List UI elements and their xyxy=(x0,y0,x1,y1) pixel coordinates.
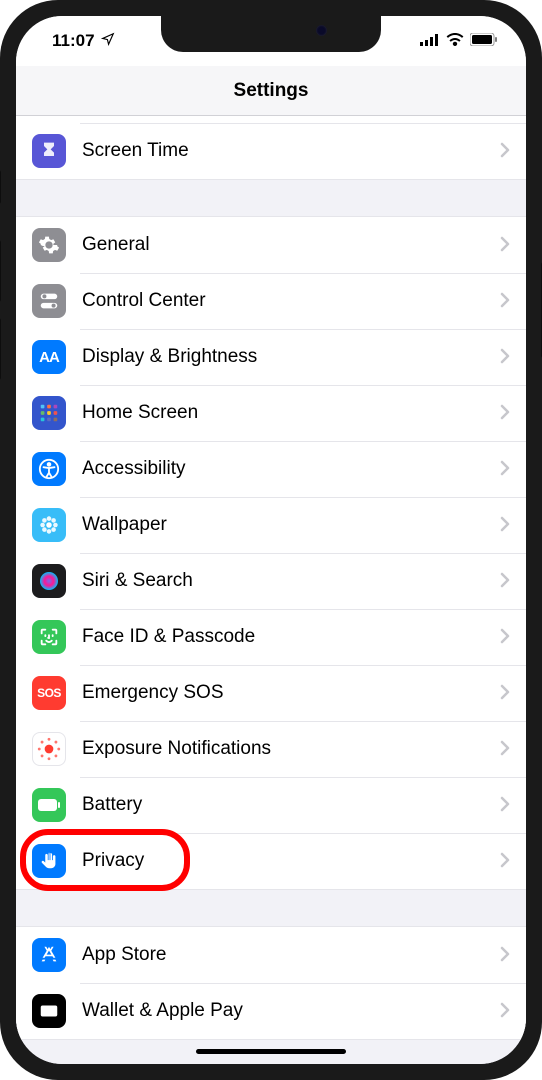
chevron-right-icon xyxy=(500,511,510,539)
settings-row-controlcenter[interactable]: Control Center xyxy=(16,273,526,329)
row-label: App Store xyxy=(82,944,500,966)
status-time: 11:07 xyxy=(52,31,95,51)
chevron-right-icon xyxy=(500,287,510,315)
screen: 11:07 Settings Do Not Disturb xyxy=(16,16,526,1064)
row-label: Display & Brightness xyxy=(82,346,500,368)
settings-row-screentime[interactable]: Screen Time xyxy=(16,123,526,179)
battery-icon xyxy=(32,788,66,822)
settings-group: General Control Center AA Display & Brightn… xyxy=(16,216,526,890)
nav-bar: Settings xyxy=(16,66,526,116)
row-label: Privacy xyxy=(82,850,500,872)
cellular-icon xyxy=(420,31,440,51)
settings-row-faceid[interactable]: Face ID & Passcode xyxy=(16,609,526,665)
sos-icon: SOS xyxy=(32,676,66,710)
chevron-right-icon xyxy=(500,231,510,259)
exposure-icon xyxy=(32,732,66,766)
chevron-right-icon xyxy=(500,567,510,595)
row-label: Emergency SOS xyxy=(82,682,500,704)
settings-group: Do Not Disturb Screen Time xyxy=(16,116,526,180)
chevron-right-icon xyxy=(500,997,510,1025)
settings-row-general[interactable]: General xyxy=(16,217,526,273)
hand-icon xyxy=(32,844,66,878)
settings-row-homescreen[interactable]: Home Screen xyxy=(16,385,526,441)
settings-row-wallpaper[interactable]: Wallpaper xyxy=(16,497,526,553)
chevron-right-icon xyxy=(500,455,510,483)
row-label: Battery xyxy=(82,794,500,816)
volume-down-button xyxy=(0,318,1,380)
battery-icon xyxy=(470,31,498,51)
accessibility-icon xyxy=(32,452,66,486)
phone-frame: 11:07 Settings Do Not Disturb xyxy=(0,0,542,1080)
volume-up-button xyxy=(0,240,1,302)
row-label: Screen Time xyxy=(82,140,500,162)
flower-icon xyxy=(32,508,66,542)
chevron-right-icon xyxy=(500,137,510,165)
settings-row-wallet[interactable]: Wallet & Apple Pay xyxy=(16,983,526,1039)
chevron-right-icon xyxy=(500,847,510,875)
settings-row-privacy[interactable]: Privacy xyxy=(16,833,526,889)
settings-content[interactable]: Do Not Disturb Screen Time General Control … xyxy=(16,116,526,1064)
settings-row-exposure[interactable]: Exposure Notifications xyxy=(16,721,526,777)
row-label: Home Screen xyxy=(82,402,500,424)
switches-icon xyxy=(32,284,66,318)
chevron-right-icon xyxy=(500,399,510,427)
wallet-icon xyxy=(32,994,66,1028)
nav-title: Settings xyxy=(234,80,309,102)
wifi-icon xyxy=(446,31,464,51)
settings-row-accessibility[interactable]: Accessibility xyxy=(16,441,526,497)
chevron-right-icon xyxy=(500,941,510,969)
settings-row-display[interactable]: AA Display & Brightness xyxy=(16,329,526,385)
faceid-icon xyxy=(32,620,66,654)
settings-row-siri[interactable]: Siri & Search xyxy=(16,553,526,609)
settings-row-battery[interactable]: Battery xyxy=(16,777,526,833)
row-label: General xyxy=(82,234,500,256)
row-label: Control Center xyxy=(82,290,500,312)
row-label: Wallpaper xyxy=(82,514,500,536)
gear-icon xyxy=(32,228,66,262)
chevron-right-icon xyxy=(500,791,510,819)
settings-group: App Store Wallet & Apple Pay xyxy=(16,926,526,1040)
status-right xyxy=(420,31,498,51)
chevron-right-icon xyxy=(500,735,510,763)
status-left: 11:07 xyxy=(52,31,115,51)
chevron-right-icon xyxy=(500,679,510,707)
home-indicator[interactable] xyxy=(196,1049,346,1054)
row-label: Wallet & Apple Pay xyxy=(82,1000,500,1022)
hourglass-icon xyxy=(32,134,66,168)
row-label: Face ID & Passcode xyxy=(82,626,500,648)
appstore-icon xyxy=(32,938,66,972)
chevron-right-icon xyxy=(500,343,510,371)
notch xyxy=(161,16,381,52)
settings-row-appstore[interactable]: App Store xyxy=(16,927,526,983)
settings-row-dnd[interactable]: Do Not Disturb xyxy=(16,116,526,123)
row-label: Exposure Notifications xyxy=(82,738,500,760)
settings-row-sos[interactable]: SOS Emergency SOS xyxy=(16,665,526,721)
silence-switch xyxy=(0,170,1,204)
app-grid-icon xyxy=(32,396,66,430)
location-arrow-icon xyxy=(101,31,115,51)
text-size-icon: AA xyxy=(32,340,66,374)
row-label: Siri & Search xyxy=(82,570,500,592)
siri-icon xyxy=(32,564,66,598)
row-label: Accessibility xyxy=(82,458,500,480)
chevron-right-icon xyxy=(500,623,510,651)
